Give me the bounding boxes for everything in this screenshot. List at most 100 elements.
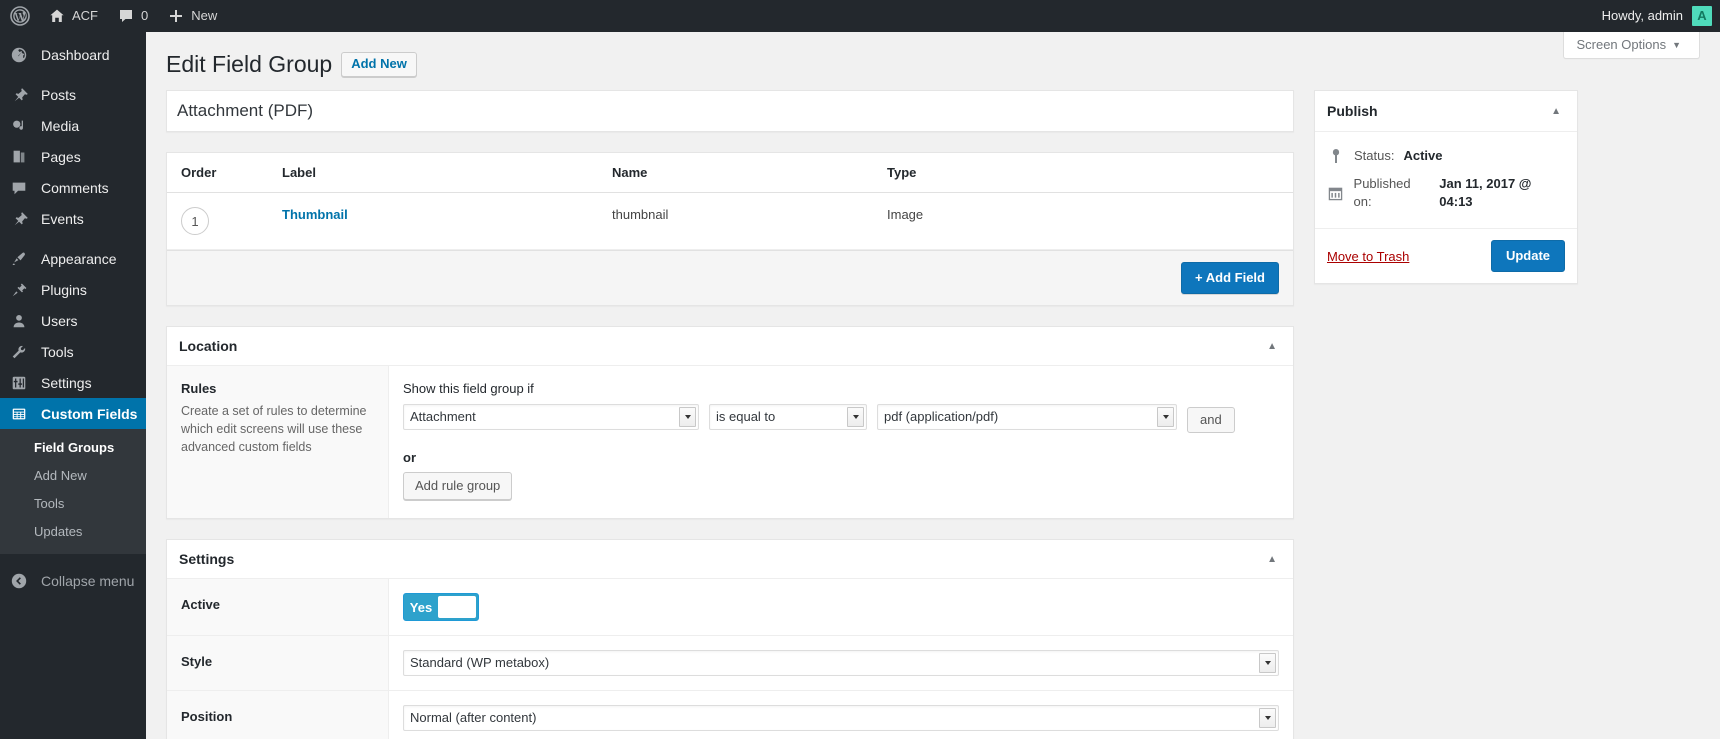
main-content-area: Screen Options ▼ Edit Field Group Add Ne… (146, 32, 1720, 739)
sidebar-item-label: Users (41, 314, 78, 328)
style-select[interactable]: Standard (WP metabox) (403, 650, 1279, 676)
location-panel-header: Location ▲ (167, 327, 1293, 366)
sidebar-item-events[interactable]: Events (0, 203, 146, 234)
add-new-button[interactable]: Add New (341, 52, 417, 77)
sidebar-item-pages[interactable]: Pages (0, 141, 146, 172)
admin-sidebar-menu: Dashboard Posts Media Pages Comments Eve… (0, 32, 146, 739)
sidebar-item-label: Tools (41, 345, 74, 359)
pin-icon (10, 209, 32, 229)
publish-panel-toggle-icon[interactable]: ▲ (1547, 106, 1565, 117)
rule-param-select[interactable]: Attachment (403, 404, 699, 430)
site-name-label: ACF (72, 0, 98, 32)
sidebar-item-tools[interactable]: Tools (0, 336, 146, 367)
field-group-title-box (166, 90, 1294, 132)
dashboard-icon (10, 45, 32, 65)
screen-options-label: Screen Options (1576, 37, 1666, 52)
setting-label-active: Active (167, 579, 389, 635)
my-account-menu[interactable]: Howdy, admin A (1602, 0, 1720, 32)
comment-count: 0 (141, 0, 148, 32)
sidebar-item-label: Events (41, 212, 84, 226)
submenu-item-add-new[interactable]: Add New (0, 462, 146, 490)
add-and-rule-button[interactable]: and (1187, 407, 1235, 433)
rule-param-select-wrap: Attachment (403, 404, 699, 435)
new-content-menu[interactable]: New (158, 0, 227, 32)
wordpress-logo-menu[interactable] (0, 0, 39, 32)
plugins-icon (10, 280, 32, 300)
rule-operator-select[interactable]: is equal to (709, 404, 867, 430)
collapse-menu-button[interactable]: Collapse menu (0, 564, 146, 598)
sidebar-item-comments[interactable]: Comments (0, 172, 146, 203)
sidebar-item-label: Plugins (41, 283, 87, 297)
published-on-label: Published on: (1354, 175, 1431, 211)
setting-field-style: Standard (WP metabox) (389, 636, 1293, 690)
add-rule-group-button[interactable]: Add rule group (403, 472, 512, 500)
setting-row-position: Position Normal (after content) (167, 691, 1293, 739)
update-button[interactable]: Update (1491, 240, 1565, 272)
sidebar-item-settings[interactable]: Settings (0, 367, 146, 398)
rules-heading: Rules (181, 381, 374, 396)
pin-marker-icon (1327, 148, 1345, 164)
publish-meta: Status: Active Published on: Jan 11, 201… (1315, 132, 1577, 229)
setting-field-position: Normal (after content) (389, 691, 1293, 739)
active-toggle-label: Yes (404, 594, 438, 620)
table-row[interactable]: 1 Thumbnail thumbnail Image (167, 193, 1293, 250)
tools-icon (10, 342, 32, 362)
rule-operator-select-wrap: is equal to (709, 404, 867, 435)
position-select-wrap: Normal (after content) (403, 705, 1279, 731)
cell-label: Thumbnail (272, 193, 602, 250)
comments-icon (10, 178, 32, 198)
status-line: Status: Active (1327, 142, 1565, 170)
published-on-line: Published on: Jan 11, 2017 @ 04:13 (1327, 170, 1565, 216)
table-header-row: Order Label Name Type (167, 153, 1293, 193)
post-columns: Order Label Name Type 1 (166, 83, 1700, 739)
sidebar-item-media[interactable]: Media (0, 110, 146, 141)
sidebar-item-label: Appearance (41, 252, 117, 266)
settings-panel-header: Settings ▲ (167, 540, 1293, 579)
rules-description: Create a set of rules to determine which… (181, 402, 374, 456)
field-group-title-input[interactable] (167, 91, 1293, 131)
sidebar-item-users[interactable]: Users (0, 305, 146, 336)
field-label-link[interactable]: Thumbnail (282, 207, 348, 222)
add-field-button[interactable]: + Add Field (1181, 262, 1279, 294)
settings-panel: Settings ▲ Active Yes Style (166, 539, 1294, 739)
position-select[interactable]: Normal (after content) (403, 705, 1279, 731)
rule-value-select[interactable]: pdf (application/pdf) (877, 404, 1177, 430)
field-list-footer: + Add Field (167, 250, 1293, 305)
status-label: Status: (1354, 147, 1394, 165)
settings-panel-toggle-icon[interactable]: ▲ (1263, 554, 1281, 565)
submenu-item-tools[interactable]: Tools (0, 490, 146, 518)
brush-icon (10, 249, 32, 269)
location-rule-row: Attachment is equal to pdf (application/… (403, 404, 1279, 435)
sidebar-item-dashboard[interactable]: Dashboard (0, 39, 146, 70)
menu-separator (0, 70, 146, 79)
admin-bar-spacer (227, 0, 1601, 32)
page-wrap: Edit Field Group Add New Order Label Nam… (146, 32, 1720, 739)
publish-panel: Publish ▲ Status: Active (1314, 90, 1578, 284)
active-toggle-knob (438, 596, 476, 618)
sidebar-item-posts[interactable]: Posts (0, 79, 146, 110)
users-icon (10, 311, 32, 331)
screen-options-tab[interactable]: Screen Options ▼ (1563, 32, 1700, 59)
sidebar-item-plugins[interactable]: Plugins (0, 274, 146, 305)
sidebar-item-custom-fields[interactable]: Custom Fields (0, 398, 146, 429)
sidebar-item-label: Media (41, 119, 79, 133)
sidebar-item-appearance[interactable]: Appearance (0, 243, 146, 274)
cell-name: thumbnail (602, 193, 877, 250)
order-handle[interactable]: 1 (181, 207, 209, 235)
settings-icon (10, 373, 32, 393)
move-to-trash-link[interactable]: Move to Trash (1327, 249, 1409, 264)
location-rules-col: Show this field group if Attachment is e… (389, 366, 1293, 518)
active-toggle-switch[interactable]: Yes (403, 593, 479, 621)
comment-bubble-icon (118, 8, 134, 24)
custom-fields-icon (10, 404, 32, 424)
site-name-menu[interactable]: ACF (39, 0, 108, 32)
pin-icon (10, 85, 32, 105)
location-panel-toggle-icon[interactable]: ▲ (1263, 341, 1281, 352)
status-badge: Active (1403, 147, 1442, 165)
setting-row-style: Style Standard (WP metabox) (167, 636, 1293, 691)
avatar: A (1692, 6, 1712, 26)
comments-bubble-menu[interactable]: 0 (108, 0, 158, 32)
submenu-item-updates[interactable]: Updates (0, 518, 146, 546)
submenu-item-field-groups[interactable]: Field Groups (0, 434, 146, 462)
wordpress-logo-icon (10, 6, 30, 26)
